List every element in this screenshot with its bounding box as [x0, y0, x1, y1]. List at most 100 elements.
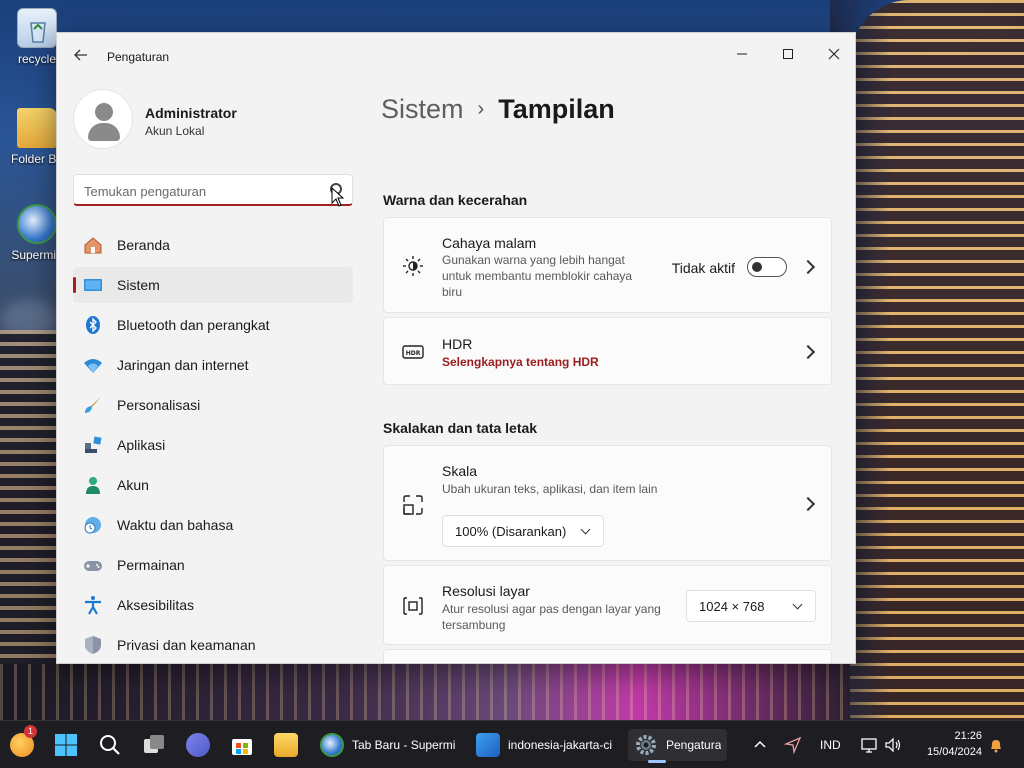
sidebar-item-waktu-bahasa[interactable]: Waktu dan bahasa — [73, 507, 353, 543]
sidebar-item-label: Aplikasi — [117, 437, 166, 453]
hdr-title: HDR — [442, 336, 473, 352]
clock-date: 15/04/2024 — [926, 746, 982, 758]
wallpaper-city-left — [0, 330, 60, 720]
sidebar-item-bluetooth[interactable]: Bluetooth dan perangkat — [73, 307, 353, 343]
hdr-card[interactable]: HDR HDR Selengkapnya tentang HDR — [383, 317, 832, 385]
resolution-card[interactable]: Resolusi layar Atur resolusi agar pas de… — [383, 565, 832, 645]
taskbar-app-browser[interactable]: Tab Baru - Supermi — [314, 729, 461, 761]
brush-icon — [85, 397, 101, 413]
sidebar-item-personalisasi[interactable]: Personalisasi — [73, 387, 353, 423]
chevron-right-icon — [800, 259, 816, 275]
taskbar-clock[interactable]: 21:26 15/04/2024 — [927, 728, 982, 760]
back-button[interactable] — [71, 47, 91, 67]
clock-time: 21:26 — [954, 730, 982, 742]
taskbar-app-settings[interactable]: Pengatura — [628, 729, 728, 763]
scale-dropdown[interactable]: 100% (Disarankan) — [442, 515, 604, 547]
language-indicator[interactable]: IND — [820, 729, 841, 761]
account-icon — [86, 477, 100, 494]
sidebar-item-label: Bluetooth dan perangkat — [117, 317, 270, 333]
tray-location-button[interactable] — [784, 729, 802, 761]
resolution-dropdown-value: 1024 × 768 — [699, 599, 765, 614]
sidebar-item-aksesibilitas[interactable]: Aksesibilitas — [73, 587, 353, 623]
search-icon — [100, 735, 120, 755]
taskbar-app-label: Tab Baru - Supermi — [352, 738, 456, 752]
taskbar: 1 Tab Baru - Supermi indonesia-jakarta-c… — [0, 720, 1024, 768]
shield-icon — [85, 636, 101, 654]
tray-volume-button[interactable] — [884, 729, 902, 761]
sidebar-item-jaringan[interactable]: Jaringan dan internet — [73, 347, 353, 383]
location-arrow-icon — [784, 736, 802, 754]
page-title: Tampilan — [498, 93, 615, 124]
gamepad-icon — [84, 561, 102, 571]
sidebar-item-privasi[interactable]: Privasi dan keamanan — [73, 627, 353, 663]
taskbar-app-label: indonesia-jakarta-ci — [508, 738, 613, 752]
browser-globe-icon — [17, 204, 57, 244]
night-light-status: Tidak aktif — [671, 260, 735, 276]
clock-globe-icon — [84, 517, 101, 534]
next-setting-card[interactable] — [383, 649, 832, 663]
wallpaper-tower — [830, 0, 1024, 720]
notification-center-button[interactable] — [988, 729, 1004, 761]
sidebar-item-aplikasi[interactable]: Aplikasi — [73, 427, 353, 463]
system-icon — [84, 279, 102, 291]
chevron-right-icon — [800, 344, 816, 360]
taskbar-chat-button[interactable] — [186, 729, 210, 761]
photos-icon — [476, 733, 500, 757]
scale-desc: Ubah ukuran teks, aplikasi, dan item lai… — [442, 482, 658, 496]
maximize-button[interactable] — [765, 39, 811, 69]
show-hidden-icons-button[interactable] — [752, 729, 768, 761]
breadcrumb-parent[interactable]: Sistem — [381, 94, 464, 125]
settings-window: Pengaturan Administrator Akun Lokal Bera… — [56, 32, 856, 664]
wallpaper-city-bottom — [0, 664, 850, 720]
user-profile[interactable]: Administrator Akun Lokal — [73, 89, 353, 153]
task-view-button[interactable] — [142, 729, 166, 761]
avatar-body — [88, 123, 120, 141]
taskbar-widget-button[interactable]: 1 — [10, 725, 37, 761]
sidebar-item-label: Jaringan dan internet — [117, 357, 249, 373]
browser-icon — [320, 733, 344, 757]
minimize-button[interactable] — [719, 39, 765, 69]
close-icon — [828, 48, 840, 60]
night-light-card[interactable]: Cahaya malam Gunakan warna yang lebih ha… — [383, 217, 832, 313]
sidebar-item-label: Permainan — [117, 557, 185, 573]
chevron-down-icon — [580, 524, 591, 535]
task-view-icon — [144, 735, 164, 753]
resolution-desc-line-2: tersambung — [442, 618, 506, 632]
brightness-icon — [403, 256, 423, 276]
taskbar-app-photos[interactable]: indonesia-jakarta-ci — [470, 729, 618, 761]
chat-icon — [186, 733, 210, 757]
night-light-title: Cahaya malam — [442, 235, 537, 251]
network-icon — [861, 738, 877, 753]
night-light-toggle[interactable] — [747, 257, 787, 277]
bluetooth-icon — [86, 316, 100, 334]
recycle-bin-icon — [17, 8, 57, 48]
taskbar-store-button[interactable] — [230, 729, 254, 761]
scale-title: Skala — [442, 463, 478, 479]
wifi-icon — [84, 359, 102, 373]
window-title: Pengaturan — [107, 50, 170, 64]
settings-icon — [636, 735, 656, 755]
resolution-dropdown[interactable]: 1024 × 768 — [686, 590, 816, 622]
taskbar-explorer-button[interactable] — [274, 729, 298, 761]
night-light-desc-line-1: Gunakan warna yang lebih hangat — [442, 253, 625, 267]
close-button[interactable] — [811, 39, 855, 69]
sidebar-item-beranda[interactable]: Beranda — [73, 227, 353, 263]
notification-badge: 1 — [24, 725, 37, 738]
hdr-learn-more-link[interactable]: Selengkapnya tentang HDR — [442, 355, 599, 369]
search-input[interactable] — [84, 181, 314, 201]
scale-card[interactable]: Skala Ubah ukuran teks, aplikasi, dan it… — [383, 445, 832, 561]
tray-network-button[interactable] — [860, 729, 878, 761]
resolution-icon — [403, 597, 423, 615]
folder-icon — [274, 733, 298, 757]
sidebar-item-permainan[interactable]: Permainan — [73, 547, 353, 583]
taskbar-search-button[interactable] — [98, 729, 122, 761]
avatar — [73, 89, 133, 149]
profile-name: Administrator — [145, 105, 237, 121]
sidebar-item-sistem[interactable]: Sistem — [73, 267, 353, 303]
start-button[interactable] — [54, 729, 78, 761]
windows-logo-icon — [55, 734, 77, 756]
profile-account-type: Akun Lokal — [145, 124, 205, 138]
chevron-up-icon — [754, 740, 766, 748]
resolution-title: Resolusi layar — [442, 583, 530, 599]
sidebar-item-akun[interactable]: Akun — [73, 467, 353, 503]
